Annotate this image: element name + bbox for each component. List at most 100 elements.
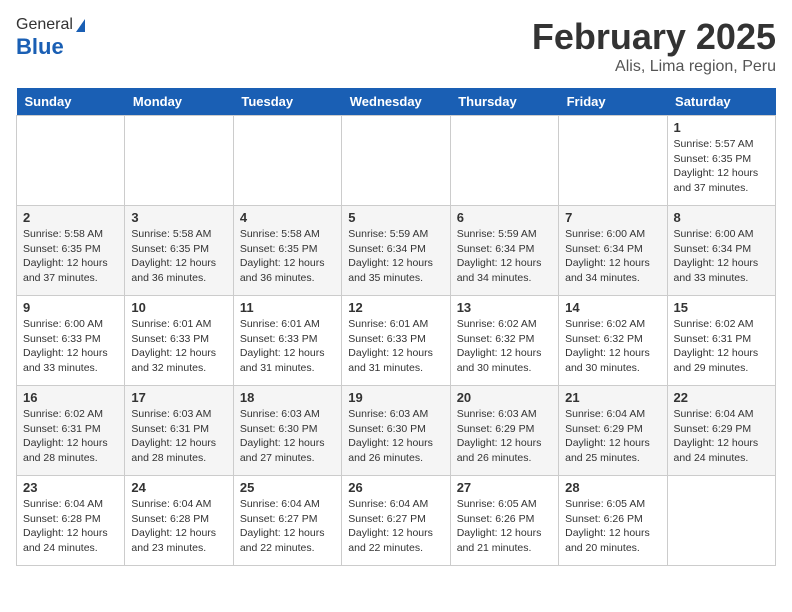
calendar-cell: 8 Sunrise: 6:00 AMSunset: 6:34 PMDaylight… [667, 206, 775, 296]
day-number: 26 [348, 480, 443, 495]
calendar-cell [233, 116, 341, 206]
day-number: 27 [457, 480, 552, 495]
calendar-cell: 16 Sunrise: 6:02 AMSunset: 6:31 PMDayligh… [17, 386, 125, 476]
calendar-header-wednesday: Wednesday [342, 88, 450, 116]
day-info: Sunrise: 6:01 AMSunset: 6:33 PMDaylight:… [131, 317, 226, 376]
calendar-cell: 26Sunrise: 6:04 AMSunset: 6:27 PMDayligh… [342, 476, 450, 566]
day-number: 6 [457, 210, 552, 225]
day-info: Sunrise: 6:04 AMSunset: 6:28 PMDaylight:… [23, 497, 118, 556]
title-block: February 2025 Alis, Lima region, Peru [532, 16, 776, 76]
day-number: 2 [23, 210, 118, 225]
day-number: 18 [240, 390, 335, 405]
day-info: Sunrise: 6:03 AMSunset: 6:29 PMDaylight:… [457, 407, 552, 466]
calendar-week-4: 16 Sunrise: 6:02 AMSunset: 6:31 PMDayligh… [17, 386, 776, 476]
calendar-cell: 2 Sunrise: 5:58 AMSunset: 6:35 PMDaylight… [17, 206, 125, 296]
calendar-cell: 21Sunrise: 6:04 AMSunset: 6:29 PMDayligh… [559, 386, 667, 476]
day-number: 8 [674, 210, 769, 225]
calendar-week-1: 1 Sunrise: 5:57 AMSunset: 6:35 PMDaylight… [17, 116, 776, 206]
day-info: Sunrise: 6:05 AMSunset: 6:26 PMDaylight:… [565, 497, 660, 556]
day-info: Sunrise: 6:04 AMSunset: 6:27 PMDaylight:… [240, 497, 335, 556]
day-number: 12 [348, 300, 443, 315]
calendar-cell: 3Sunrise: 5:58 AMSunset: 6:35 PMDaylight… [125, 206, 233, 296]
day-info: Sunrise: 6:05 AMSunset: 6:26 PMDaylight:… [457, 497, 552, 556]
day-number: 1 [674, 120, 769, 135]
calendar-cell: 6 Sunrise: 5:59 AMSunset: 6:34 PMDaylight… [450, 206, 558, 296]
calendar-cell: 9 Sunrise: 6:00 AMSunset: 6:33 PMDaylight… [17, 296, 125, 386]
calendar-cell [450, 116, 558, 206]
calendar-week-2: 2 Sunrise: 5:58 AMSunset: 6:35 PMDaylight… [17, 206, 776, 296]
day-number: 7 [565, 210, 660, 225]
day-number: 25 [240, 480, 335, 495]
day-number: 13 [457, 300, 552, 315]
calendar-cell: 25 Sunrise: 6:04 AMSunset: 6:27 PMDayligh… [233, 476, 341, 566]
day-info: Sunrise: 6:02 AMSunset: 6:31 PMDaylight:… [23, 407, 118, 466]
day-number: 14 [565, 300, 660, 315]
calendar-cell: 1 Sunrise: 5:57 AMSunset: 6:35 PMDaylight… [667, 116, 775, 206]
day-number: 19 [348, 390, 443, 405]
day-info: Sunrise: 6:00 AMSunset: 6:34 PMDaylight:… [565, 227, 660, 286]
day-info: Sunrise: 6:01 AMSunset: 6:33 PMDaylight:… [348, 317, 443, 376]
logo-general-text: General [16, 16, 73, 34]
day-number: 24 [131, 480, 226, 495]
calendar-cell [17, 116, 125, 206]
calendar-cell: 27 Sunrise: 6:05 AMSunset: 6:26 PMDayligh… [450, 476, 558, 566]
day-number: 4 [240, 210, 335, 225]
calendar-cell: 5Sunrise: 5:59 AMSunset: 6:34 PMDaylight… [342, 206, 450, 296]
calendar-cell: 13 Sunrise: 6:02 AMSunset: 6:32 PMDayligh… [450, 296, 558, 386]
calendar-cell [667, 476, 775, 566]
day-number: 16 [23, 390, 118, 405]
logo: General Blue [16, 16, 85, 60]
day-number: 20 [457, 390, 552, 405]
day-number: 10 [131, 300, 226, 315]
calendar-cell: 22 Sunrise: 6:04 AMSunset: 6:29 PMDayligh… [667, 386, 775, 476]
calendar-table: SundayMondayTuesdayWednesdayThursdayFrid… [16, 88, 776, 566]
day-info: Sunrise: 6:02 AMSunset: 6:32 PMDaylight:… [457, 317, 552, 376]
calendar-cell: 10 Sunrise: 6:01 AMSunset: 6:33 PMDayligh… [125, 296, 233, 386]
calendar-cell [125, 116, 233, 206]
day-info: Sunrise: 6:02 AMSunset: 6:31 PMDaylight:… [674, 317, 769, 376]
day-number: 11 [240, 300, 335, 315]
day-number: 28 [565, 480, 660, 495]
logo-blue-text: Blue [16, 34, 64, 60]
page-title: February 2025 [532, 16, 776, 58]
day-number: 23 [23, 480, 118, 495]
day-number: 22 [674, 390, 769, 405]
day-info: Sunrise: 6:00 AMSunset: 6:33 PMDaylight:… [23, 317, 118, 376]
day-info: Sunrise: 6:04 AMSunset: 6:28 PMDaylight:… [131, 497, 226, 556]
day-info: Sunrise: 6:04 AMSunset: 6:29 PMDaylight:… [565, 407, 660, 466]
page-subtitle: Alis, Lima region, Peru [532, 58, 776, 76]
day-info: Sunrise: 5:59 AMSunset: 6:34 PMDaylight:… [348, 227, 443, 286]
calendar-cell: 17 Sunrise: 6:03 AMSunset: 6:31 PMDayligh… [125, 386, 233, 476]
day-info: Sunrise: 5:58 AMSunset: 6:35 PMDaylight:… [131, 227, 226, 286]
day-number: 9 [23, 300, 118, 315]
day-info: Sunrise: 6:01 AMSunset: 6:33 PMDaylight:… [240, 317, 335, 376]
calendar-cell: 15 Sunrise: 6:02 AMSunset: 6:31 PMDayligh… [667, 296, 775, 386]
day-info: Sunrise: 6:03 AMSunset: 6:31 PMDaylight:… [131, 407, 226, 466]
calendar-cell: 28 Sunrise: 6:05 AMSunset: 6:26 PMDayligh… [559, 476, 667, 566]
calendar-cell: 24 Sunrise: 6:04 AMSunset: 6:28 PMDayligh… [125, 476, 233, 566]
day-info: Sunrise: 5:59 AMSunset: 6:34 PMDaylight:… [457, 227, 552, 286]
calendar-cell: 19 Sunrise: 6:03 AMSunset: 6:30 PMDayligh… [342, 386, 450, 476]
day-info: Sunrise: 6:04 AMSunset: 6:29 PMDaylight:… [674, 407, 769, 466]
day-info: Sunrise: 5:58 AMSunset: 6:35 PMDaylight:… [23, 227, 118, 286]
calendar-cell: 11 Sunrise: 6:01 AMSunset: 6:33 PMDayligh… [233, 296, 341, 386]
calendar-header-saturday: Saturday [667, 88, 775, 116]
calendar-header-friday: Friday [559, 88, 667, 116]
day-number: 15 [674, 300, 769, 315]
calendar-header-row: SundayMondayTuesdayWednesdayThursdayFrid… [17, 88, 776, 116]
day-info: Sunrise: 5:57 AMSunset: 6:35 PMDaylight:… [674, 137, 769, 196]
calendar-cell [342, 116, 450, 206]
calendar-week-3: 9 Sunrise: 6:00 AMSunset: 6:33 PMDaylight… [17, 296, 776, 386]
calendar-cell: 12 Sunrise: 6:01 AMSunset: 6:33 PMDayligh… [342, 296, 450, 386]
calendar-header-monday: Monday [125, 88, 233, 116]
day-info: Sunrise: 6:03 AMSunset: 6:30 PMDaylight:… [348, 407, 443, 466]
calendar-cell: 4 Sunrise: 5:58 AMSunset: 6:35 PMDaylight… [233, 206, 341, 296]
calendar-week-5: 23 Sunrise: 6:04 AMSunset: 6:28 PMDayligh… [17, 476, 776, 566]
day-number: 17 [131, 390, 226, 405]
calendar-header-tuesday: Tuesday [233, 88, 341, 116]
calendar-cell: 18Sunrise: 6:03 AMSunset: 6:30 PMDayligh… [233, 386, 341, 476]
day-info: Sunrise: 5:58 AMSunset: 6:35 PMDaylight:… [240, 227, 335, 286]
day-info: Sunrise: 6:00 AMSunset: 6:34 PMDaylight:… [674, 227, 769, 286]
calendar-cell [559, 116, 667, 206]
calendar-cell: 7 Sunrise: 6:00 AMSunset: 6:34 PMDaylight… [559, 206, 667, 296]
